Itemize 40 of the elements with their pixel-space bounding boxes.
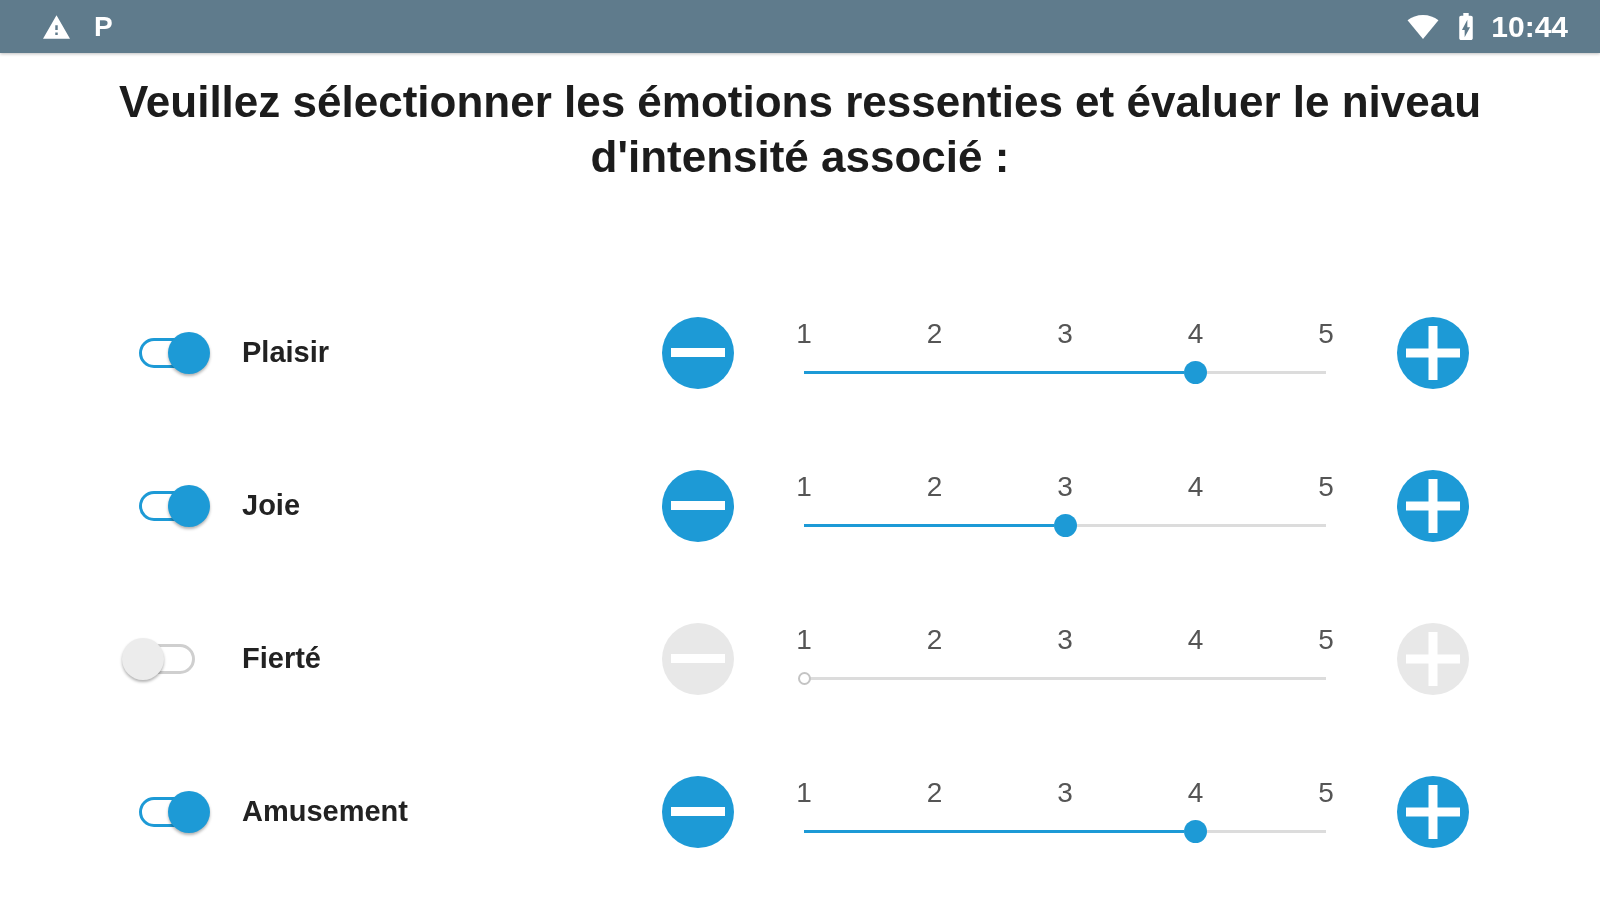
scale-label: 2 (925, 469, 944, 504)
wifi-icon (1407, 14, 1440, 39)
emotion-label: Fierté (242, 640, 322, 676)
minus-icon (671, 348, 725, 357)
emotion-label: Amusement (242, 793, 409, 829)
slider-thumb[interactable] (1184, 360, 1207, 384)
slider-thumb[interactable] (1184, 819, 1207, 843)
plus-icon (1406, 784, 1460, 839)
scale-label: 1 (795, 622, 813, 657)
scale-label: 2 (925, 622, 944, 657)
scale-label: 5 (1317, 775, 1335, 810)
scale-label: 1 (795, 469, 813, 504)
emotion-label: Joie (242, 487, 302, 523)
scale-label: 3 (1056, 316, 1074, 351)
plus-icon (1406, 478, 1460, 533)
scale-label: 4 (1186, 469, 1205, 504)
scale-label: 4 (1186, 775, 1205, 810)
slider-thumb[interactable] (1053, 513, 1077, 537)
minus-icon (671, 501, 725, 510)
scale-label: 1 (795, 775, 813, 810)
scale-label: 5 (1317, 622, 1335, 657)
emotion-label: Plaisir (242, 334, 331, 370)
scale-label: 4 (1186, 622, 1205, 657)
scale-label: 2 (925, 316, 944, 351)
clock-time: 10:44 (1491, 9, 1568, 44)
minus-icon (671, 807, 725, 816)
scale-label: 5 (1317, 316, 1335, 351)
scale-label: 3 (1056, 469, 1074, 504)
plus-icon (1406, 325, 1460, 380)
scale-label: 3 (1056, 775, 1074, 810)
notification-glyph: P (94, 11, 113, 42)
scale-label: 5 (1317, 469, 1335, 504)
warning-icon (43, 14, 70, 39)
page-title: Veuillez sélectionner les émotions ressenties et évaluer le niveau d'intensité associé : (117, 76, 1483, 183)
scale-label: 2 (925, 775, 944, 810)
slider-thumb[interactable] (797, 671, 811, 685)
scale-label: 1 (795, 316, 813, 351)
scale-label: 3 (1056, 622, 1074, 657)
scale-label: 4 (1186, 316, 1205, 351)
battery-charging-icon (1459, 13, 1474, 40)
